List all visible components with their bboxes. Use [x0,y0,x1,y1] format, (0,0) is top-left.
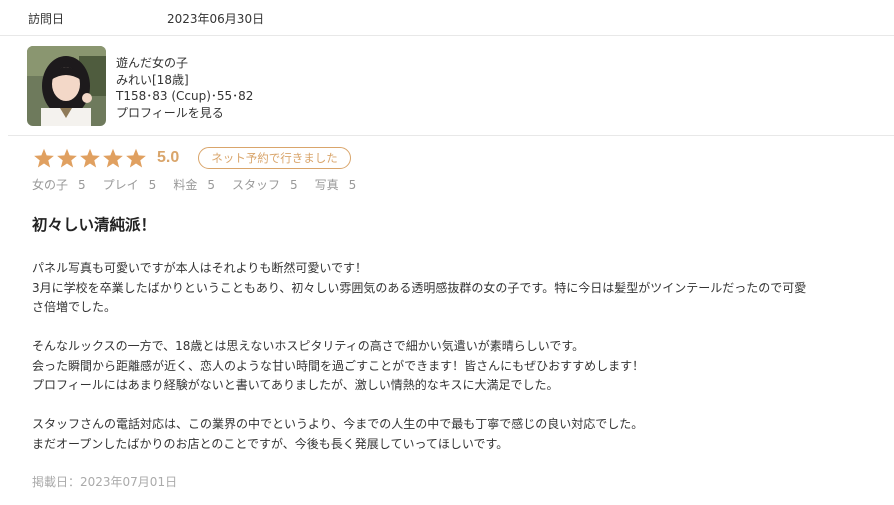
star-icon [80,148,100,167]
review-paragraph: パネル写真も可愛いですが本人はそれよりも断然可愛いです！ 3月に学校を卒業したばか… [32,259,882,318]
review-paragraph: スタッフさんの電話対応は、この業界の中でというより、今までの人生の中で最も丁寧で… [32,415,882,454]
subscore-label: 写真 [314,178,339,192]
subscore-value: 5 [78,178,86,192]
star-icon [34,148,54,167]
girl-name: みれい[18歳] [116,72,189,87]
star-icon [126,148,146,167]
review-line: プロフィールにはあまり経験がないと書いてありましたが、激しい情熱的なキスに大満足… [32,378,559,392]
posted-date: 掲載日：2023年07月01日 [32,475,178,489]
review-line: パネル写真も可愛いですが本人はそれよりも断然可愛いです！ [32,261,368,275]
girl-stats: T158･83 (Ccup)･55･82 [116,89,254,103]
visit-date-value: 2023年06月30日 [167,12,265,26]
review-body: パネル写真も可愛いですが本人はそれよりも断然可愛いです！ 3月に学校を卒業したばか… [32,259,882,474]
review-line: まだオープンしたばかりのお店とのことですが、今後も長く発展していってほしいです。 [32,436,509,451]
profile-link[interactable]: プロフィールを見る [116,106,224,120]
rating-row: 5.0 ネット予約で行きました [33,146,351,170]
net-reservation-badge: ネット予約で行きました [198,147,351,169]
subscore-label: 女の子 [32,178,69,192]
review-line: 会った瞬間から距離感が近く、恋人のような甘い時間を過ごすことができます！皆さんに… [32,358,645,373]
subscore-item: 料金 5 [173,176,215,193]
subscore-label: スタッフ [231,178,280,192]
subscore-value: 5 [207,178,215,192]
star-icon [57,148,77,167]
visit-date-label: 訪問日 [28,12,65,26]
subscore-value: 5 [348,178,357,192]
review-line: さ倍増でした。 [32,300,117,314]
visit-date-row: 訪問日 2023年06月30日 [0,0,894,36]
review-title: 初々しい清純派！ [32,216,157,234]
review-line: スタッフさんの電話対応は、この業界の中でというより、今までの人生の中で最も丁寧で… [32,417,644,431]
girl-avatar[interactable] [27,46,106,126]
subscore-item: スタッフ 5 [232,176,298,193]
subscore-item: プレイ 5 [103,176,157,193]
review-paragraph: そんなルックスの一方で、18歳とは思えないホスピタリティの高さで細かい気遣いが素… [32,337,882,396]
subscore-item: 女の子 5 [32,176,86,193]
girl-info-row: 遊んだ女の子 みれい[18歳] T158･83 (Ccup)･55･82 プロフ… [8,36,894,136]
star-rating [33,148,147,169]
subscore-value: 5 [148,178,157,192]
review-line: 3月に学校を卒業したばかりということもあり、初々しい雰囲気のある透明感抜群の女の… [32,280,807,295]
girl-info: 遊んだ女の子 みれい[18歳] T158･83 (Ccup)･55･82 プロフ… [116,55,253,121]
subscores: 女の子 5 プレイ 5 料金 5 スタッフ 5 写真 5 [32,176,356,193]
star-icon [103,148,123,167]
review-line: そんなルックスの一方で、18歳とは思えないホスピタリティの高さで細かい気遣いが素… [32,339,585,353]
subscore-value: 5 [289,178,298,192]
rating-score: 5.0 [157,149,180,166]
subscore-label: 料金 [173,178,198,192]
girl-heading: 遊んだ女の子 [116,56,189,70]
subscore-label: プレイ [102,178,139,192]
subscore-item: 写真 5 [315,176,357,193]
